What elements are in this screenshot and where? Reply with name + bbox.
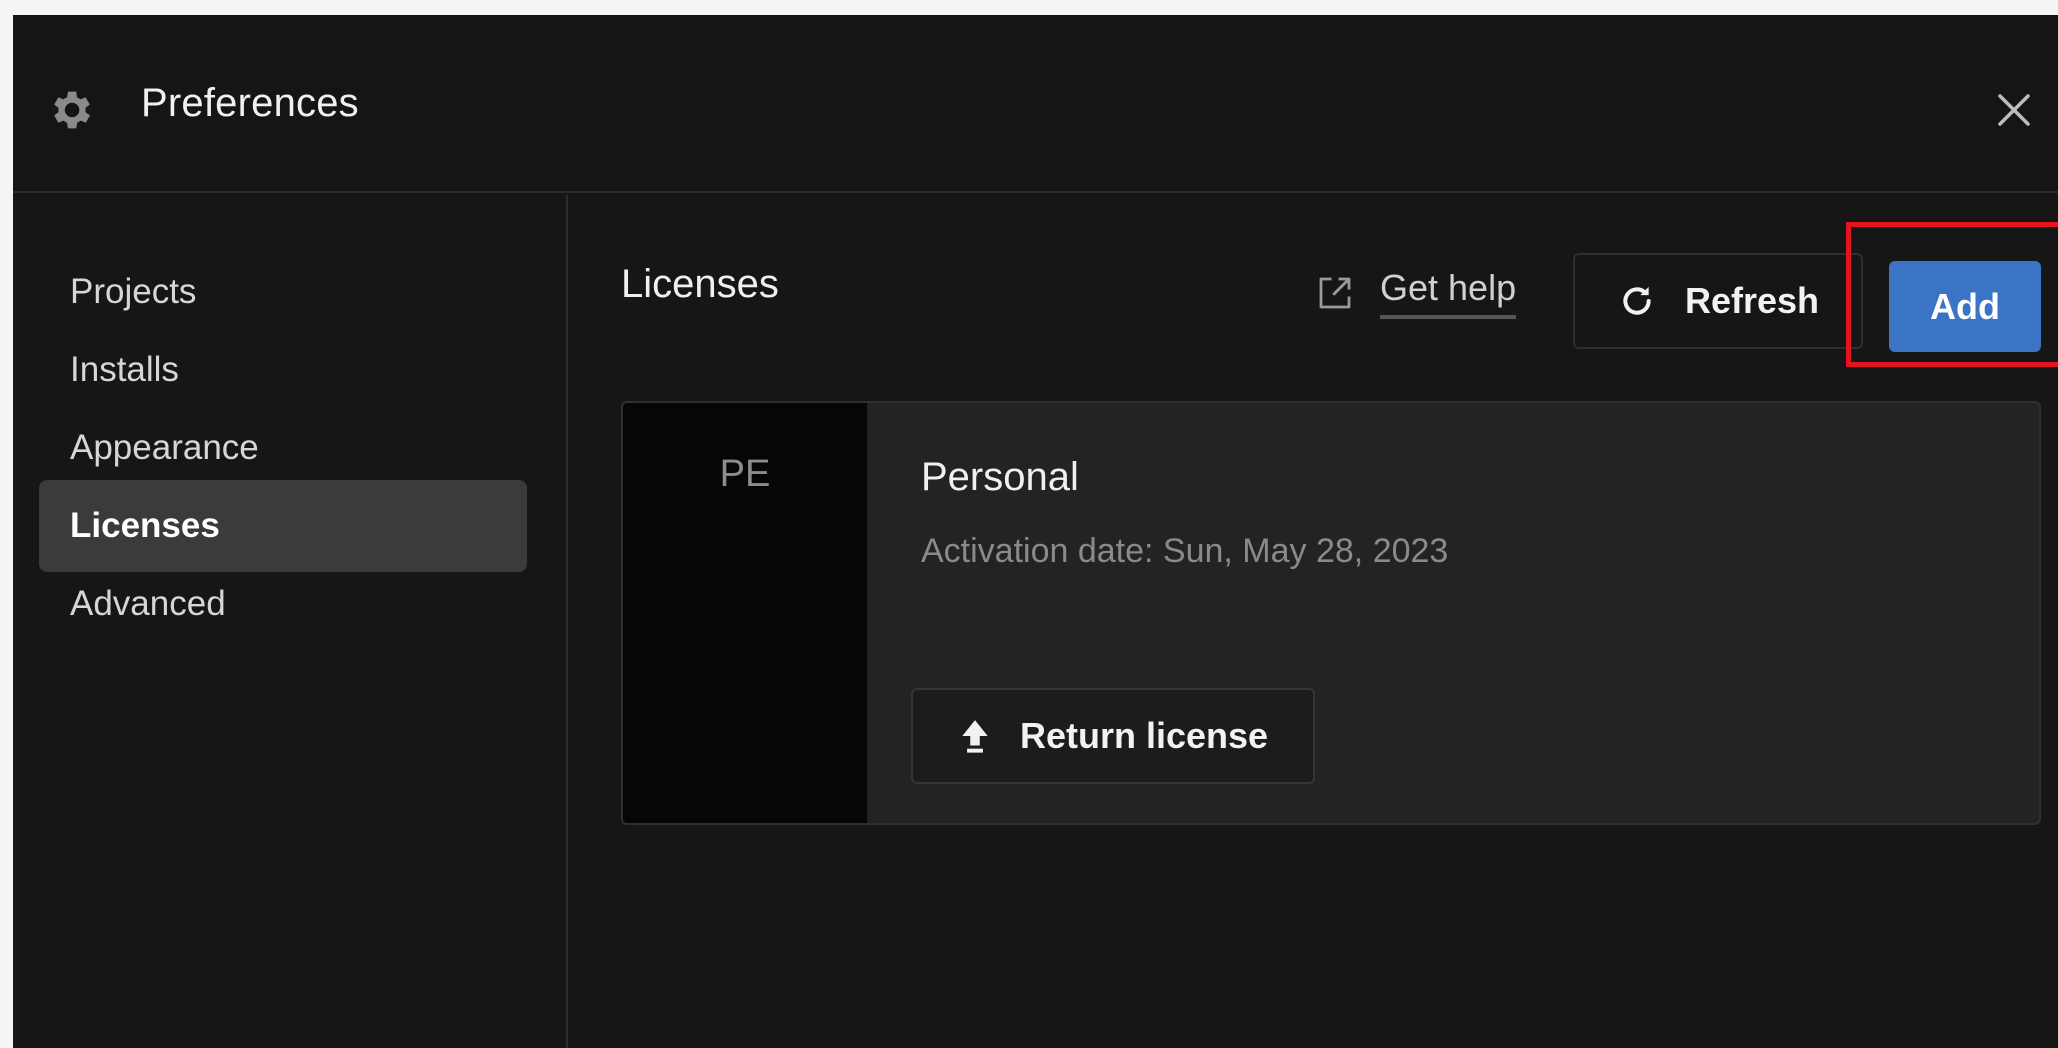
license-name: Personal [921,455,1079,499]
preferences-window: Preferences Projects Installs Appearance… [13,15,2058,1048]
get-help-link[interactable]: Get help [1314,265,1517,321]
section-title: Licenses [621,262,779,306]
external-link-icon [1319,277,1351,309]
window-title: Preferences [141,81,359,125]
license-badge: PE [623,403,867,823]
refresh-icon [1623,286,1651,315]
return-license-label: Return license [1019,715,1269,756]
return-license-button[interactable]: Return license [911,688,1315,784]
activation-date: Activation date: Sun, May 28, 2023 [921,532,1449,570]
add-button[interactable]: Add [1889,261,2041,352]
get-help-label: Get help [1380,267,1517,319]
top-strip [0,0,2058,15]
close-icon[interactable] [1993,89,2035,131]
sidebar: Projects Installs Appearance Licenses Ad… [13,195,568,1048]
license-card: PE Personal Activation date: Sun, May 28… [621,401,2041,825]
license-badge-text: PE [719,453,771,495]
licenses-panel: Licenses Get help Refresh Add PE Persona… [570,195,2058,1048]
refresh-label: Refresh [1684,280,1820,321]
gear-icon [54,91,90,129]
upload-arrow-icon [962,720,988,753]
sidebar-item-advanced[interactable]: Advanced [39,558,527,650]
refresh-button[interactable]: Refresh [1573,253,1863,349]
title-bar: Preferences [13,15,2058,193]
